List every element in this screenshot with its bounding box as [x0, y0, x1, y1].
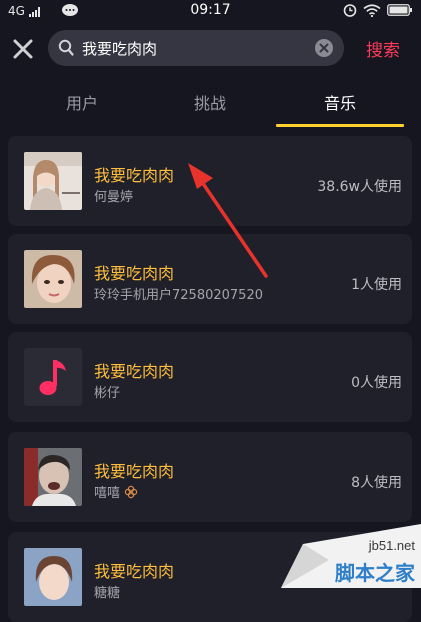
watermark-domain: jb51.net [368, 538, 415, 553]
usage-count: 0人使用 [351, 375, 402, 391]
song-title: 我要吃肉肉 [94, 462, 175, 481]
watermark-site-name: 脚本之家 [335, 561, 415, 585]
album-cover [24, 152, 82, 210]
artist-name: 糖糖 [94, 586, 121, 601]
watermark: jb51.net 脚本之家 [281, 524, 421, 588]
list-item[interactable]: 我要吃肉肉 嘻嘻 8人使用 [8, 432, 412, 522]
flower-emoji-icon [124, 485, 138, 499]
clear-icon[interactable] [314, 38, 334, 58]
artist-name-text: 嘻嘻 [94, 486, 121, 501]
search-input[interactable]: 我要吃肉肉 [48, 30, 344, 66]
list-item[interactable]: 我要吃肉肉 玲玲手机用户72580207520 1人使用 [8, 234, 412, 324]
usage-count: 8人使用 [351, 475, 402, 491]
avatar [24, 548, 82, 606]
song-title: 我要吃肉肉 [94, 264, 175, 283]
active-tab-indicator [276, 124, 404, 127]
music-note-icon [24, 348, 82, 406]
list-item[interactable]: 我要吃肉肉 何曼婷 38.6w人使用 [8, 136, 412, 226]
tab-bar: 用户 挑战 音乐 [0, 84, 421, 128]
avatar [24, 250, 82, 308]
status-bar: 4G 09:17 [0, 0, 421, 24]
song-title: 我要吃肉肉 [94, 362, 175, 381]
search-bar-row: 我要吃肉肉 搜索 [0, 26, 421, 72]
usage-count: 38.6w人使用 [317, 179, 402, 195]
status-right [343, 3, 413, 17]
search-icon [58, 39, 74, 56]
tab-music[interactable]: 音乐 [300, 90, 380, 114]
tab-challenges[interactable]: 挑战 [170, 90, 250, 114]
artist-name: 嘻嘻 [94, 482, 138, 501]
usage-count: 1人使用 [351, 277, 402, 293]
battery-icon [387, 4, 412, 16]
tab-users[interactable]: 用户 [42, 90, 122, 114]
song-title: 我要吃肉肉 [94, 562, 175, 581]
list-item[interactable]: 我要吃肉肉 彬仔 0人使用 [8, 332, 412, 422]
wifi-icon [363, 3, 381, 17]
close-icon[interactable] [10, 36, 36, 62]
search-button[interactable]: 搜索 [366, 36, 400, 61]
search-query: 我要吃肉肉 [82, 40, 158, 58]
artist-name: 何曼婷 [94, 190, 134, 205]
song-title: 我要吃肉肉 [94, 166, 175, 185]
artist-name: 玲玲手机用户72580207520 [94, 288, 263, 303]
artist-name: 彬仔 [94, 386, 121, 401]
alarm-icon [343, 4, 357, 17]
avatar [24, 448, 82, 506]
